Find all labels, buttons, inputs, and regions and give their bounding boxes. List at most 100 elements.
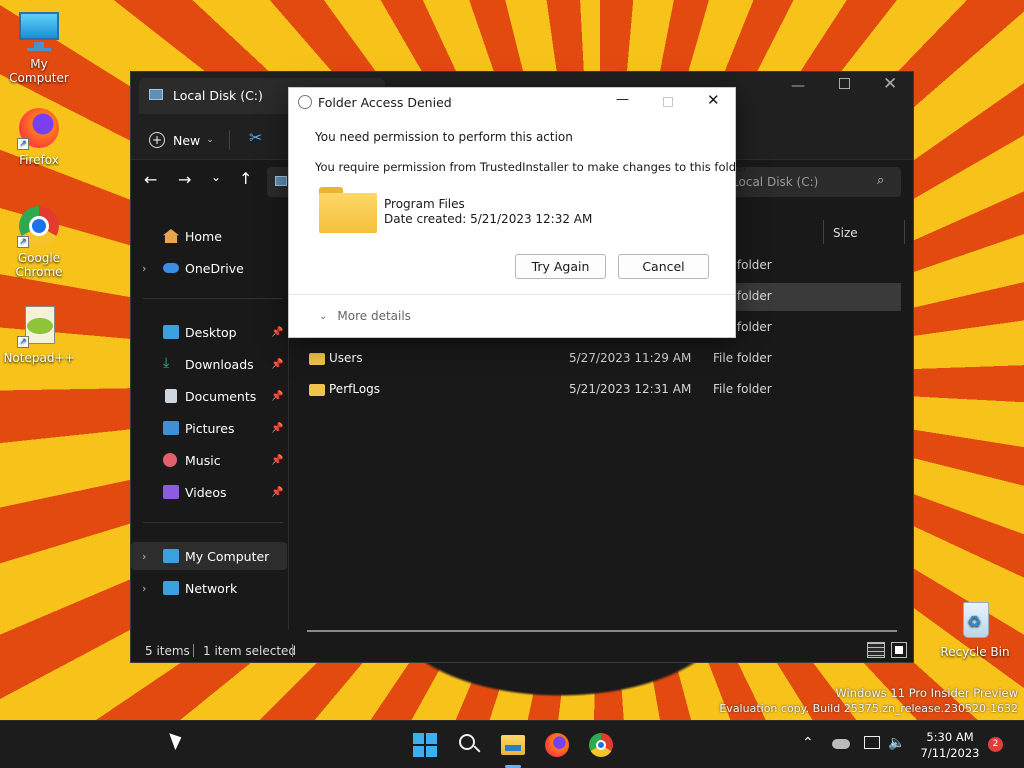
chevron-right-icon[interactable]: › bbox=[142, 582, 146, 595]
pin-icon[interactable]: 📌 bbox=[271, 455, 283, 466]
chevron-down-icon: ⌄ bbox=[206, 135, 214, 145]
chevron-right-icon[interactable]: › bbox=[142, 262, 146, 275]
sidebar-item-pictures[interactable]: Pictures 📌 bbox=[131, 414, 287, 442]
watermark-line2: Evaluation copy. Build 25375.zn_release.… bbox=[719, 702, 1018, 715]
file-row[interactable]: PerfLogs 5/21/2023 12:31 AM File folder bbox=[301, 376, 901, 404]
monitor-icon bbox=[163, 549, 179, 563]
home-icon bbox=[163, 229, 179, 243]
volume-icon[interactable]: 🔈 bbox=[888, 735, 905, 751]
close-button[interactable]: ✕ bbox=[883, 74, 897, 94]
recycle-bin-icon: ♻ bbox=[953, 598, 997, 642]
new-button[interactable]: + New ⌄ bbox=[149, 128, 214, 152]
network-icon bbox=[163, 581, 179, 595]
column-header-size[interactable]: Size bbox=[833, 226, 858, 240]
sidebar-item-my-computer[interactable]: › My Computer bbox=[131, 542, 287, 570]
sidebar-item-videos[interactable]: Videos 📌 bbox=[131, 478, 287, 506]
firefox-icon: ↗ bbox=[17, 106, 61, 150]
pin-icon[interactable]: 📌 bbox=[271, 423, 283, 434]
music-icon bbox=[163, 453, 177, 467]
desktop-icon-notepadpp[interactable]: ↗ Notepad++ bbox=[0, 304, 78, 365]
forward-arrow-icon[interactable]: → bbox=[178, 170, 191, 189]
start-button[interactable] bbox=[411, 731, 439, 759]
folder-icon bbox=[309, 353, 325, 365]
desktop-icon-chrome[interactable]: ↗ Google Chrome bbox=[0, 204, 78, 279]
sidebar-item-label: Pictures bbox=[185, 420, 235, 436]
try-again-button[interactable]: Try Again bbox=[515, 254, 606, 279]
file-date: 5/27/2023 11:29 AM bbox=[569, 351, 692, 365]
toolbar-divider bbox=[229, 130, 230, 150]
taskbar-firefox[interactable] bbox=[543, 731, 571, 759]
sidebar-item-label: OneDrive bbox=[185, 260, 244, 276]
pin-icon[interactable]: 📌 bbox=[271, 391, 283, 402]
cut-icon[interactable]: ✂ bbox=[249, 128, 262, 147]
status-divider bbox=[193, 644, 194, 657]
cancel-button[interactable]: Cancel bbox=[618, 254, 709, 279]
mouse-cursor bbox=[169, 729, 185, 751]
navigation-pane: Home › OneDrive Desktop 📌 ⤓ Downloads 📌 … bbox=[131, 210, 289, 630]
folder-access-denied-dialog: Folder Access Denied — ✕ You need permis… bbox=[288, 87, 748, 338]
horizontal-scrollbar[interactable] bbox=[307, 630, 897, 632]
sidebar-item-home[interactable]: Home bbox=[131, 222, 287, 250]
firefox-icon bbox=[545, 733, 569, 757]
network-icon[interactable] bbox=[864, 736, 880, 749]
dialog-message-primary: You need permission to perform this acti… bbox=[315, 130, 573, 144]
clock[interactable]: 5:30 AM 7/11/2023 bbox=[914, 729, 986, 761]
file-date: 5/21/2023 12:31 AM bbox=[569, 382, 692, 396]
pin-icon[interactable]: 📌 bbox=[271, 359, 283, 370]
desktop-icon-recycle-bin[interactable]: ♻ Recycle Bin bbox=[936, 598, 1014, 659]
sidebar-item-onedrive[interactable]: › OneDrive bbox=[131, 254, 287, 282]
tiles-view-icon[interactable] bbox=[891, 642, 907, 658]
desktop-icon-label: Google Chrome bbox=[15, 251, 63, 279]
chevron-up-icon[interactable]: ⌃ bbox=[802, 735, 814, 751]
pin-icon[interactable]: 📌 bbox=[271, 327, 283, 338]
file-row[interactable]: Users 5/27/2023 11:29 AM File folder bbox=[301, 345, 901, 373]
status-divider bbox=[292, 644, 293, 657]
clock-icon bbox=[298, 95, 312, 109]
drive-icon bbox=[275, 176, 287, 186]
folder-date-created: Date created: 5/21/2023 12:32 AM bbox=[384, 212, 593, 226]
taskbar: ⌃ 🔈 5:30 AM 7/11/2023 2 bbox=[0, 720, 1024, 768]
sidebar-item-downloads[interactable]: ⤓ Downloads 📌 bbox=[131, 350, 287, 378]
desktop-icon-my-computer[interactable]: My Computer bbox=[0, 10, 78, 85]
back-arrow-icon[interactable]: ← bbox=[144, 170, 157, 189]
new-button-label: New bbox=[173, 132, 201, 148]
sidebar-item-label: Desktop bbox=[185, 324, 237, 340]
sidebar-item-label: Downloads bbox=[185, 356, 254, 372]
picture-icon bbox=[163, 421, 179, 435]
watermark: Windows 11 Pro Insider Preview Evaluatio… bbox=[700, 685, 1018, 717]
notification-badge[interactable]: 2 bbox=[988, 737, 1003, 752]
sidebar-item-desktop[interactable]: Desktop 📌 bbox=[131, 318, 287, 346]
up-arrow-icon[interactable]: ↑ bbox=[239, 169, 252, 188]
chevron-down-icon[interactable]: ⌄ bbox=[211, 170, 221, 184]
more-details-toggle[interactable]: ⌄ More details bbox=[319, 309, 411, 323]
dialog-message-secondary: You require permission from TrustedInsta… bbox=[315, 160, 748, 174]
sidebar-item-label: Music bbox=[185, 452, 221, 468]
chrome-center bbox=[596, 740, 606, 750]
desktop-icon bbox=[163, 325, 179, 339]
pin-icon[interactable]: 📌 bbox=[271, 487, 283, 498]
desktop-icon-label: Firefox bbox=[19, 153, 59, 167]
search-button[interactable] bbox=[455, 731, 483, 759]
sidebar-divider bbox=[143, 522, 283, 523]
sidebar-item-label: Videos bbox=[185, 484, 227, 500]
file-type: File folder bbox=[713, 351, 772, 365]
sidebar-item-network[interactable]: › Network bbox=[131, 574, 287, 602]
details-view-icon[interactable] bbox=[867, 642, 885, 658]
taskbar-file-explorer[interactable] bbox=[499, 731, 527, 768]
dialog-minimize-button[interactable]: — bbox=[616, 92, 629, 107]
sidebar-item-documents[interactable]: Documents 📌 bbox=[131, 382, 287, 410]
watermark-line1: Windows 11 Pro Insider Preview bbox=[835, 686, 1018, 700]
dialog-divider bbox=[289, 294, 735, 295]
sidebar-item-music[interactable]: Music 📌 bbox=[131, 446, 287, 474]
search-icon: ⌕ bbox=[877, 173, 885, 188]
chrome-icon: ↗ bbox=[17, 204, 61, 248]
chevron-right-icon[interactable]: › bbox=[142, 550, 146, 563]
onedrive-offline-icon[interactable] bbox=[832, 739, 850, 749]
taskbar-chrome[interactable] bbox=[587, 731, 615, 759]
dialog-close-button[interactable]: ✕ bbox=[707, 91, 720, 109]
document-icon bbox=[165, 389, 177, 403]
desktop-icon-label: My Computer bbox=[9, 57, 69, 85]
minimize-button[interactable]: — bbox=[791, 78, 805, 94]
desktop-icon-firefox[interactable]: ↗ Firefox bbox=[0, 106, 78, 167]
maximize-button[interactable] bbox=[839, 78, 850, 89]
